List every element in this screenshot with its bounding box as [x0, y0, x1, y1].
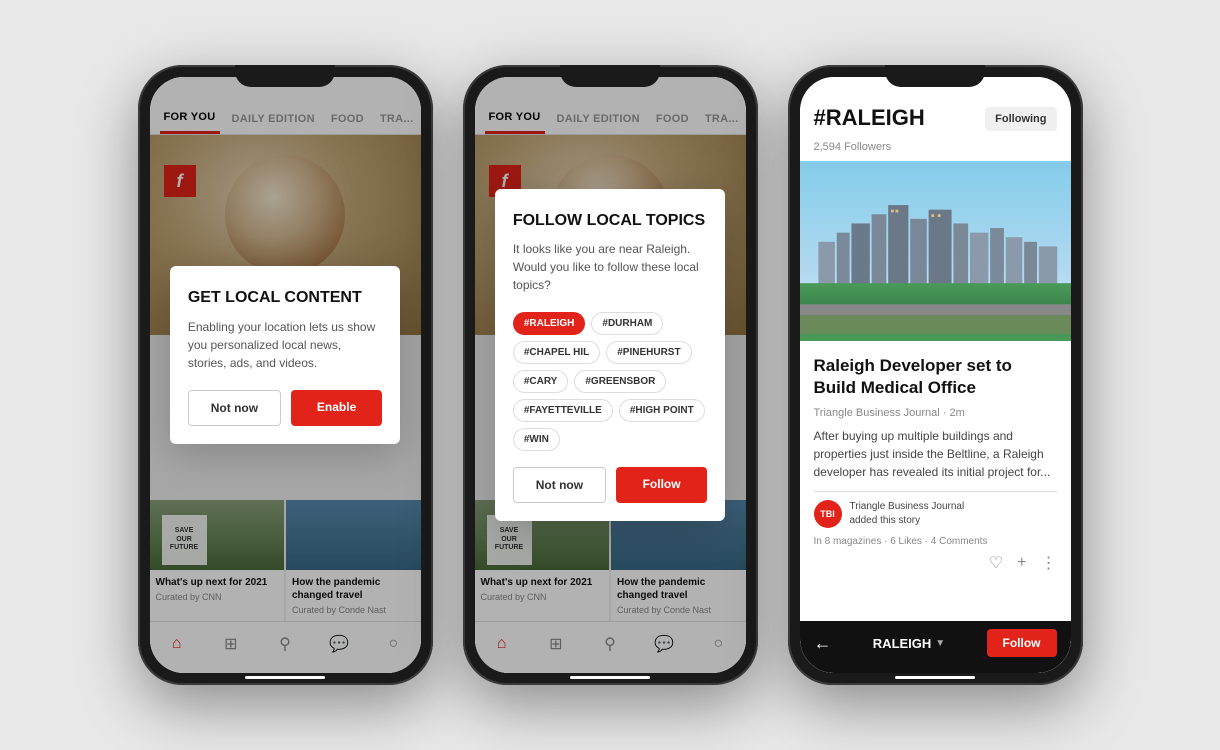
divider-1 — [814, 491, 1057, 492]
article-source: Triangle Business Journal — [814, 407, 940, 419]
tag-raleigh[interactable]: #RALEIGH — [513, 312, 586, 335]
byline-text: Triangle Business Journal added this sto… — [850, 500, 965, 528]
article-headline: Raleigh Developer set to Build Medical O… — [814, 355, 1057, 399]
modal-overlay-1: GET LOCAL CONTENT Enabling your location… — [150, 77, 421, 673]
phone-1: FOR YOU DAILY EDITION FOOD TRA... f — [138, 65, 433, 685]
tag-win[interactable]: #WIN — [513, 428, 560, 451]
screen-3: #RALEIGH Following 2,594 Followers — [800, 77, 1071, 673]
article-source-line: Triangle Business Journal · 2m — [814, 407, 1057, 419]
app-bg-2: FOR YOU DAILY EDITION FOOD TRA... f — [475, 77, 746, 673]
modal-desc-1: Enabling your location lets us show you … — [188, 318, 382, 372]
raleigh-hashtag: #RALEIGH — [814, 105, 925, 131]
article-excerpt: After buying up multiple buildings and p… — [814, 427, 1057, 481]
tag-cary[interactable]: #CARY — [513, 370, 569, 393]
tag-high-point[interactable]: #HIGH POINT — [619, 399, 705, 422]
enable-button[interactable]: Enable — [291, 390, 382, 426]
tag-chapel-hill[interactable]: #CHAPEL HIL — [513, 341, 600, 364]
article-section: Raleigh Developer set to Build Medical O… — [800, 341, 1071, 621]
tag-greensbor[interactable]: #GREENSBOR — [574, 370, 666, 393]
phones-container: FOR YOU DAILY EDITION FOOD TRA... f — [118, 45, 1103, 705]
raleigh-followers: 2,594 Followers — [800, 141, 1071, 161]
modal-title-1: GET LOCAL CONTENT — [188, 288, 382, 307]
modal-buttons-2: Not now Follow — [513, 467, 707, 503]
home-indicator-1 — [245, 676, 325, 679]
article-time: 2m — [949, 407, 964, 419]
app-bg-1: FOR YOU DAILY EDITION FOOD TRA... f — [150, 77, 421, 673]
tag-fayetteville[interactable]: #FAYETTEVILLE — [513, 399, 613, 422]
screen-2: FOR YOU DAILY EDITION FOOD TRA... f — [475, 77, 746, 673]
topic-tags: #RALEIGH #DURHAM #CHAPEL HIL #PINEHURST … — [513, 312, 707, 451]
phone-2: FOR YOU DAILY EDITION FOOD TRA... f — [463, 65, 758, 685]
tag-pinehurst[interactable]: #PINEHURST — [606, 341, 691, 364]
following-button[interactable]: Following — [985, 107, 1056, 131]
nav3-title: RALEIGH ▼ — [873, 636, 945, 651]
article-actions: ♡ + ⋮ — [814, 553, 1057, 573]
like-icon[interactable]: ♡ — [989, 553, 1003, 573]
tag-durham[interactable]: #DURHAM — [591, 312, 663, 335]
more-icon[interactable]: ⋮ — [1041, 553, 1057, 573]
modal-buttons-1: Not now Enable — [188, 390, 382, 426]
article-stats: In 8 magazines · 6 Likes · 4 Comments — [814, 536, 1057, 547]
modal-title-2: FOLLOW LOCAL TOPICS — [513, 211, 707, 230]
byline-name: Triangle Business Journal — [850, 501, 965, 512]
home-indicator-2 — [570, 676, 650, 679]
follow-button-3[interactable]: Follow — [987, 629, 1057, 657]
raleigh-city-image — [800, 161, 1071, 341]
notch-1 — [235, 65, 335, 87]
article-byline: TBI Triangle Business Journal added this… — [814, 500, 1057, 528]
follow-button[interactable]: Follow — [616, 467, 707, 503]
bottom-nav-3: ← RALEIGH ▼ Follow — [800, 621, 1071, 673]
tbj-logo: TBI — [814, 500, 842, 528]
raleigh-screen: #RALEIGH Following 2,594 Followers — [800, 77, 1071, 673]
not-now-button-1[interactable]: Not now — [188, 390, 281, 426]
back-button[interactable]: ← — [814, 633, 832, 654]
not-now-button-2[interactable]: Not now — [513, 467, 606, 503]
screen-1: FOR YOU DAILY EDITION FOOD TRA... f — [150, 77, 421, 673]
add-icon[interactable]: + — [1017, 554, 1026, 572]
byline-action: added this story — [850, 515, 921, 526]
notch-3 — [885, 65, 985, 87]
city-skyline-svg — [800, 161, 1071, 341]
notch-2 — [560, 65, 660, 87]
follow-topics-modal: FOLLOW LOCAL TOPICS It looks like you ar… — [495, 189, 725, 521]
modal-desc-2: It looks like you are near Raleigh. Woul… — [513, 240, 707, 294]
modal-overlay-2: FOLLOW LOCAL TOPICS It looks like you ar… — [475, 77, 746, 673]
home-indicator-3 — [895, 676, 975, 679]
dropdown-arrow-icon[interactable]: ▼ — [935, 638, 945, 649]
get-local-modal: GET LOCAL CONTENT Enabling your location… — [170, 266, 400, 443]
phone-3: #RALEIGH Following 2,594 Followers — [788, 65, 1083, 685]
nav3-label: RALEIGH — [873, 636, 932, 651]
